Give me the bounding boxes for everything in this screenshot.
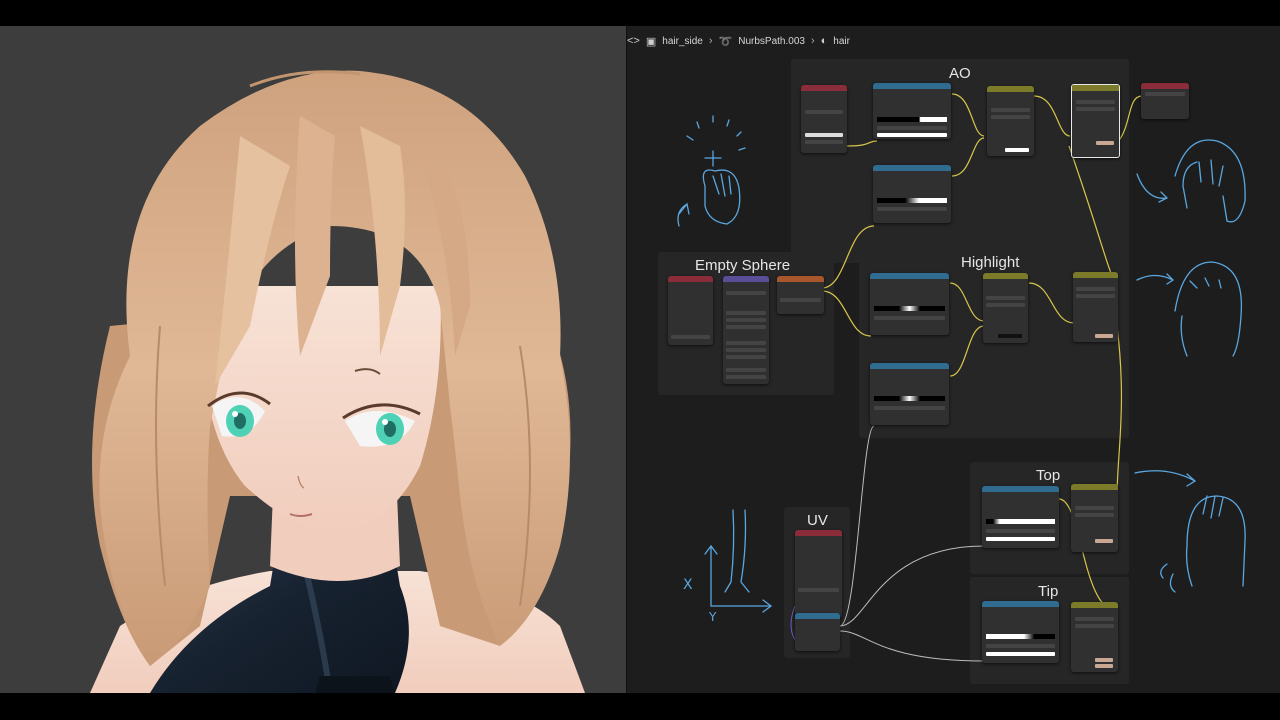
head-sketch-shadow xyxy=(1136,139,1246,223)
bottom-letterbox xyxy=(0,693,1280,720)
head-sketch-ao xyxy=(677,115,746,227)
uv-axis-sketch xyxy=(704,509,773,613)
axis-label-x: X xyxy=(683,577,693,593)
character-render xyxy=(90,70,585,693)
shader-node-editor[interactable]: <> ▣ hair_side › ➰ NurbsPath.003 › ◐ hai… xyxy=(627,26,1280,693)
axis-label-y: Y xyxy=(708,610,717,624)
top-letterbox xyxy=(0,0,1280,26)
head-sketch-highlight xyxy=(1136,261,1243,357)
hand-drawn-annotations: X Y xyxy=(677,115,1246,624)
3d-viewport[interactable] xyxy=(0,26,626,693)
head-sketch-top xyxy=(1134,470,1246,593)
